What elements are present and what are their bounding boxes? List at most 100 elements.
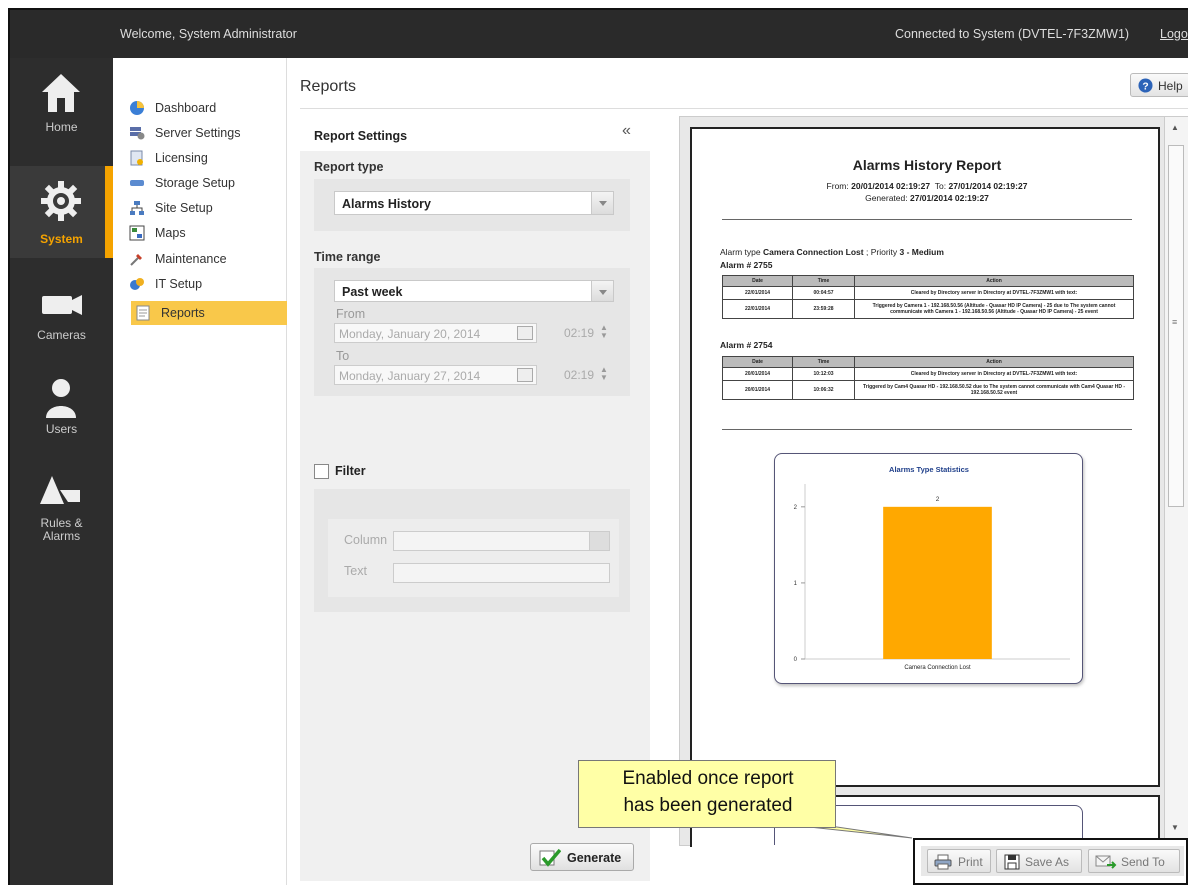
server-settings-icon (130, 127, 145, 140)
action-cell: Cleared by Directory server in Directory… (854, 286, 1134, 300)
time-spinner-icon[interactable]: ▲ ▼ (600, 324, 608, 340)
text-label: Text (344, 564, 367, 578)
logout-link[interactable]: Logout (1160, 27, 1188, 41)
menu-item-server-settings[interactable]: Server Settings (125, 121, 281, 145)
report-type-value: Alarms History (342, 197, 431, 211)
help-button[interactable]: ? Help (1130, 73, 1188, 97)
gear-icon (41, 181, 81, 221)
bar-chart: Alarms Type Statistics 0 1 2 2 Camera Connect… (794, 465, 1070, 671)
menu-label: Dashboard (155, 101, 217, 115)
to-time-input[interactable]: 02:19 ▲ ▼ (544, 365, 614, 385)
column-header: Date (722, 356, 793, 368)
menu-label: Licensing (155, 151, 208, 165)
reports-icon (136, 305, 150, 321)
menu-item-licensing[interactable]: Licensing (125, 146, 281, 170)
to-date-input[interactable]: Monday, January 27, 2014 (334, 365, 537, 385)
date-cell: 20/01/2014 (722, 380, 793, 400)
chevron-down-icon[interactable] (589, 532, 609, 550)
dashboard-icon (130, 101, 144, 115)
time-cell: 23:59:28 (792, 299, 855, 319)
menu-label: Storage Setup (155, 176, 235, 190)
print-button[interactable]: Print (927, 849, 991, 873)
report-actions: Print Save As Send To (921, 846, 1184, 876)
report-type-select[interactable]: Alarms History (334, 191, 614, 215)
to-date-value: Monday, January 27, 2014 (339, 369, 481, 383)
column-select[interactable] (393, 531, 610, 551)
page-title: Reports (300, 78, 357, 95)
from-time-input[interactable]: 02:19 ▲ ▼ (544, 323, 614, 343)
menu-item-it-setup[interactable]: IT Setup (125, 272, 281, 296)
report-title: Alarms History Report (852, 157, 1002, 173)
user-icon (46, 379, 76, 418)
from-date-input[interactable]: Monday, January 20, 2014 (334, 323, 537, 343)
chevron-down-icon[interactable] (591, 281, 613, 301)
save-as-button[interactable]: Save As (996, 849, 1082, 873)
y-tick-label: 2 (794, 505, 798, 511)
menu-item-storage-setup[interactable]: Storage Setup (125, 171, 281, 195)
maintenance-icon (130, 254, 142, 266)
action-cell: Triggered by Cam4 Quasar HD - 192.168.50… (854, 380, 1134, 400)
maps-icon (129, 225, 145, 241)
time-range-select[interactable]: Past week (334, 280, 614, 302)
menu-item-maps[interactable]: Maps (125, 221, 281, 245)
report-generated: Generated: 27/01/2014 02:19:27 (692, 193, 1162, 203)
to-time-value: 02:19 (564, 368, 595, 382)
report-settings-header: Report Settings « (300, 116, 650, 151)
collapse-panel-button[interactable]: « (622, 122, 631, 140)
send-to-button[interactable]: Send To (1088, 849, 1180, 873)
camera-icon (42, 295, 82, 315)
report-viewer[interactable]: Alarms History Report From: 20/01/2014 0… (679, 116, 1188, 847)
nav-alarms-label: Alarms (42, 529, 81, 543)
column-header: Time (792, 356, 855, 368)
divider (300, 108, 1188, 109)
chevron-down-icon[interactable] (591, 192, 613, 214)
nav-cameras[interactable]: Cameras (10, 270, 113, 362)
menu-item-site-setup[interactable]: Site Setup (125, 196, 281, 220)
filter-checkbox[interactable] (314, 464, 329, 479)
time-spinner-icon[interactable]: ▲ ▼ (600, 366, 608, 382)
column-header: Date (722, 275, 793, 287)
calendar-icon[interactable] (517, 368, 533, 382)
alarm-type-value: Camera Connection Lost (763, 247, 864, 257)
scroll-down-icon[interactable]: ▼ (1171, 823, 1179, 832)
callout-line-2: has been generated (623, 795, 793, 816)
action-cell: Triggered by Camera 1 - 192.168.50.56 (A… (854, 299, 1134, 319)
calendar-icon[interactable] (517, 326, 533, 340)
menu-item-dashboard[interactable]: Dashboard (125, 96, 281, 120)
report-type-section: Alarms History (314, 179, 630, 231)
report-to-label: To: (934, 181, 947, 191)
scroll-grip-icon: ≡ (1172, 317, 1178, 327)
table-row: 20/01/2014 10:06:32 Triggered by Cam4 Qu… (722, 380, 1134, 400)
menu-label: Site Setup (155, 201, 213, 215)
menu-item-reports[interactable]: Reports (131, 301, 287, 325)
report-to-value: 27/01/2014 02:19:27 (948, 181, 1028, 191)
licensing-icon (130, 150, 143, 166)
report-scrollbar[interactable]: ▲ ≡ ▼ (1164, 117, 1188, 847)
nav-users[interactable]: Users (10, 362, 113, 454)
filter-label: Filter (335, 464, 366, 478)
print-label: Print (958, 855, 983, 869)
alarms-type-chart: Alarms Type Statistics 0 1 2 2 Camera Connect… (774, 453, 1083, 684)
welcome-text: Welcome, System Administrator (120, 27, 297, 41)
nav-rules-alarms[interactable]: Rules & Alarms (10, 458, 113, 550)
alarm-title: Alarm # 2755 (720, 260, 773, 270)
nav-system[interactable]: System (10, 166, 113, 258)
nav-home[interactable]: Home (10, 58, 113, 150)
from-label: From (336, 307, 366, 321)
report-divider (722, 429, 1132, 430)
filter-text-input[interactable] (393, 563, 610, 583)
alarm-type-line: Alarm type Camera Connection Lost ; Prio… (720, 247, 944, 257)
to-label: To (336, 349, 350, 363)
scroll-up-icon[interactable]: ▲ (1171, 123, 1179, 132)
column-header: Action (854, 356, 1134, 368)
from-date-value: Monday, January 20, 2014 (339, 327, 481, 341)
alarm-table: Date Time Action 22/01/2014 00:04:57 Cle… (722, 275, 1134, 319)
y-tick-label: 0 (794, 657, 798, 663)
priority-value: 3 - Medium (899, 247, 944, 257)
filter-section: Column Text (314, 489, 630, 612)
priority-prefix: ; Priority (865, 247, 898, 257)
generate-button[interactable]: Generate (530, 843, 634, 871)
menu-item-maintenance[interactable]: Maintenance (125, 247, 281, 271)
table-row: 20/01/2014 10:12:03 Cleared by Directory… (722, 367, 1134, 381)
x-tick-label: Camera Connection Lost (904, 665, 971, 671)
